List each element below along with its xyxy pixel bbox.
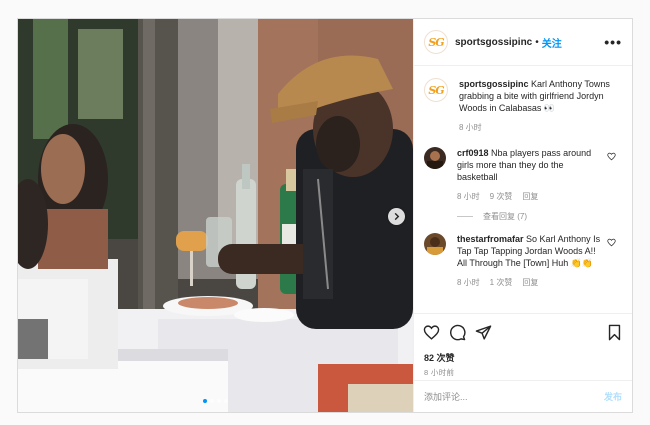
account-avatar[interactable]: SG <box>424 30 448 54</box>
caption: SG sportsgossipinc Karl Anthony Towns gr… <box>424 78 622 133</box>
account-username[interactable]: sportsgossipinc <box>455 37 532 48</box>
carousel-dot <box>210 399 214 403</box>
comment-time[interactable]: 8 小时 <box>457 191 480 202</box>
caption-meta: 8 小时 <box>459 122 619 133</box>
caption-body: sportsgossipinc Karl Anthony Towns grabb… <box>459 78 619 133</box>
caption-avatar[interactable]: SG <box>424 78 448 102</box>
heart-icon[interactable] <box>607 238 616 247</box>
post-header: SG sportsgossipinc • 关注 ••• <box>414 19 632 66</box>
commenter-avatar[interactable] <box>424 147 446 169</box>
heart-icon[interactable] <box>423 324 440 341</box>
reply-button[interactable]: 回复 <box>522 191 538 202</box>
post-photo[interactable] <box>18 19 413 412</box>
post-card: SG sportsgossipinc • 关注 ••• SG sportsgos… <box>17 18 633 413</box>
comment-meta: 8 小时 9 次赞 回复 <box>457 191 605 202</box>
comment-likes[interactable]: 9 次赞 <box>490 191 513 202</box>
comment-input[interactable] <box>424 391 604 402</box>
comment-body: crf0918 Nba players pass around girls mo… <box>457 147 605 202</box>
likes-count[interactable]: 82 次赞 <box>414 351 632 364</box>
caption-time[interactable]: 8 小时 <box>459 122 482 133</box>
carousel-indicator <box>18 399 413 403</box>
replies-divider <box>457 216 473 217</box>
caption-username[interactable]: sportsgossipinc <box>459 79 529 89</box>
post-side-panel: SG sportsgossipinc • 关注 ••• SG sportsgos… <box>413 19 632 412</box>
caption-text: sportsgossipinc Karl Anthony Towns grabb… <box>459 78 619 114</box>
comment-icon[interactable] <box>449 324 466 341</box>
follow-button[interactable]: 关注 <box>542 35 562 50</box>
comment-likes[interactable]: 1 次赞 <box>490 277 513 288</box>
account-logo: SG <box>428 35 444 49</box>
header-separator: • <box>535 36 539 48</box>
share-icon[interactable] <box>475 324 492 341</box>
commenter-avatar[interactable] <box>424 233 446 255</box>
bookmark-icon[interactable] <box>606 324 623 341</box>
post-timestamp[interactable]: 8 小时前 <box>414 364 632 380</box>
next-arrow-icon <box>394 212 400 221</box>
view-replies-button[interactable]: 查看回复 (7) <box>457 211 622 222</box>
comment-time[interactable]: 8 小时 <box>457 277 480 288</box>
post-actions-bar <box>414 313 632 351</box>
comment-item: crf0918 Nba players pass around girls mo… <box>424 147 622 202</box>
reply-button[interactable]: 回复 <box>522 277 538 288</box>
carousel-dot <box>203 399 207 403</box>
carousel-next-button[interactable] <box>388 208 405 225</box>
comment-username[interactable]: thestarfromafar <box>457 234 524 244</box>
view-replies-label: 查看回复 (7) <box>483 212 527 221</box>
carousel-dot <box>224 399 228 403</box>
comment-meta: 8 小时 1 次赞 回复 <box>457 277 605 288</box>
comment-body: thestarfromafar So Karl Anthony Is Tap T… <box>457 233 605 288</box>
more-options-button[interactable]: ••• <box>604 34 622 50</box>
add-comment-bar: 发布 <box>414 380 632 412</box>
heart-icon[interactable] <box>607 152 616 161</box>
account-logo: SG <box>428 83 444 97</box>
comment-text: crf0918 Nba players pass around girls mo… <box>457 147 605 183</box>
comment-item: thestarfromafar So Karl Anthony Is Tap T… <box>424 233 622 288</box>
comment-text: thestarfromafar So Karl Anthony Is Tap T… <box>457 233 605 269</box>
comment-username[interactable]: crf0918 <box>457 148 489 158</box>
carousel-dot <box>217 399 221 403</box>
post-comment-button[interactable]: 发布 <box>604 390 622 403</box>
photo-image <box>18 19 413 412</box>
comments-list[interactable]: SG sportsgossipinc Karl Anthony Towns gr… <box>414 66 632 313</box>
